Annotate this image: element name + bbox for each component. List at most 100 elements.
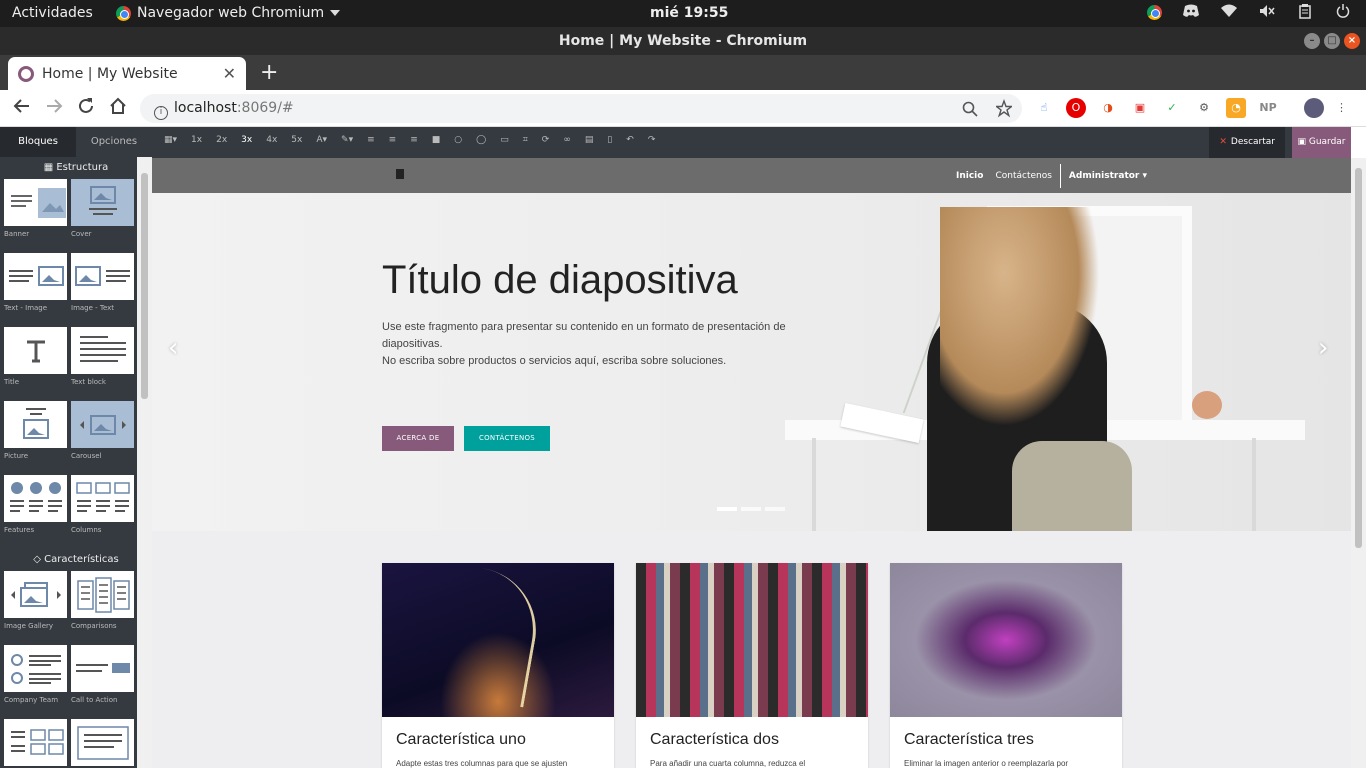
save-button[interactable]: ▣ Guardar <box>1292 127 1351 158</box>
align-center-icon[interactable]: ≡ <box>389 135 397 145</box>
carousel-prev-icon[interactable]: ‹ <box>168 333 178 363</box>
nav-contact[interactable]: Contáctenos <box>989 171 1057 181</box>
columns-thumbnail-icon <box>71 475 134 522</box>
back-icon[interactable] <box>13 97 31 120</box>
discard-button[interactable]: ✕ Descartar <box>1209 127 1285 158</box>
minimize-icon[interactable]: – <box>1304 33 1320 49</box>
clock[interactable]: mié 19:55 <box>650 5 728 21</box>
wifi-icon[interactable] <box>1220 4 1238 20</box>
table-icon[interactable]: ▦▾ <box>164 135 177 145</box>
reload-icon[interactable] <box>77 97 95 120</box>
size-1x[interactable]: 1x <box>191 135 202 145</box>
tab-blocks[interactable]: Bloques <box>0 127 76 157</box>
chair <box>1012 441 1132 531</box>
site-navbar: Inicio Contáctenos Administrator ▾ <box>152 158 1351 193</box>
rss-icon[interactable]: ◔ <box>1226 98 1246 118</box>
nav-home[interactable]: Inicio <box>950 171 989 181</box>
square-shape-icon[interactable]: ■ <box>432 135 441 145</box>
snippet-picture[interactable]: Picture <box>4 401 67 475</box>
save-image-icon[interactable]: ▤ <box>585 135 594 145</box>
image-icon[interactable]: ▭ <box>500 135 509 145</box>
font-color-icon[interactable]: A▾ <box>316 135 327 145</box>
snippet-carousel[interactable]: Carousel <box>71 401 134 475</box>
site-info-icon[interactable]: i <box>154 106 168 120</box>
snippet-columns[interactable]: Columns <box>71 475 134 549</box>
nav-admin-menu[interactable]: Administrator ▾ <box>1063 171 1153 181</box>
carousel-indicator[interactable] <box>765 507 785 511</box>
snippet-more-1[interactable] <box>4 719 67 768</box>
home-icon[interactable] <box>109 97 127 120</box>
volume-muted-icon[interactable] <box>1258 4 1276 20</box>
size-3x[interactable]: 3x <box>241 135 252 145</box>
tablet-icon[interactable]: ▣ <box>1130 98 1150 118</box>
site-logo[interactable] <box>396 169 404 179</box>
window-titlebar[interactable]: Home | My Website - Chromium – □ × <box>0 27 1366 55</box>
new-tab-icon[interactable]: + <box>260 60 278 85</box>
crop-icon[interactable]: ⌗ <box>523 135 528 145</box>
feedly-icon[interactable]: ✓ <box>1162 98 1182 118</box>
panel-scrollbar[interactable] <box>137 157 152 768</box>
touch-icon[interactable]: ☝ <box>1034 98 1054 118</box>
carousel-indicator[interactable] <box>717 507 737 511</box>
grid-icon: ▦ <box>43 162 54 173</box>
snippet-comparisons[interactable]: Comparisons <box>71 571 134 645</box>
snippet-call-to-action[interactable]: Call to Action <box>71 645 134 719</box>
more-menu-icon[interactable]: ⋮ <box>1336 98 1347 118</box>
align-right-icon[interactable]: ≡ <box>410 135 418 145</box>
size-2x[interactable]: 2x <box>216 135 227 145</box>
activities-button[interactable]: Actividades <box>12 5 93 21</box>
chromium-icon <box>116 5 131 21</box>
text-block-thumbnail-icon <box>71 327 134 374</box>
scrollbar-thumb[interactable] <box>141 173 148 399</box>
page-scrollbar[interactable] <box>1351 158 1366 768</box>
discord-icon[interactable] <box>1182 4 1200 20</box>
carousel-indicator[interactable] <box>741 507 761 511</box>
address-bar[interactable]: i localhost:8069/# <box>140 94 1022 123</box>
redo-icon[interactable]: ↷ <box>648 135 656 145</box>
settings-ext-icon[interactable]: ⚙ <box>1194 98 1214 118</box>
np-icon[interactable]: NP <box>1258 98 1278 118</box>
pocket-icon[interactable]: ◑ <box>1098 98 1118 118</box>
circle-outline-icon[interactable]: ◯ <box>476 135 486 145</box>
app-menu[interactable]: Navegador web Chromium <box>116 5 341 21</box>
carousel-next-icon[interactable]: › <box>1318 333 1328 363</box>
power-icon[interactable] <box>1334 4 1352 20</box>
snippet-text-image[interactable]: Text - Image <box>4 253 67 327</box>
tab-home[interactable]: Home | My Website ✕ <box>8 57 246 90</box>
contact-button[interactable]: CONTÁCTENOS <box>464 426 550 451</box>
snippet-text-block[interactable]: Text block <box>71 327 134 401</box>
snippet-features[interactable]: Features <box>4 475 67 549</box>
tab-options[interactable]: Opciones <box>76 127 152 157</box>
carousel-indicators <box>717 507 785 511</box>
close-icon[interactable]: ✕ <box>223 64 236 83</box>
snippet-company-team[interactable]: Company Team <box>4 645 67 719</box>
profile-avatar[interactable] <box>1304 98 1324 118</box>
chrome-badge-icon[interactable] <box>1147 4 1162 20</box>
paint-brush-icon[interactable]: ✎▾ <box>341 135 353 145</box>
trash-icon[interactable]: ▯ <box>607 135 612 145</box>
snippet-image-text[interactable]: Image - Text <box>71 253 134 327</box>
snippet-banner[interactable]: Banner <box>4 179 67 253</box>
circle-shape-icon[interactable]: ○ <box>454 135 462 145</box>
link-icon[interactable]: ∞ <box>563 135 571 145</box>
close-window-icon[interactable]: × <box>1344 33 1360 49</box>
snippet-title[interactable]: Title <box>4 327 67 401</box>
opera-icon[interactable]: O <box>1066 98 1086 118</box>
undo-icon[interactable]: ↶ <box>626 135 634 145</box>
clipboard-icon[interactable] <box>1296 4 1314 20</box>
about-button[interactable]: ACERCA DE <box>382 426 454 451</box>
card-title: Característica uno <box>396 731 526 748</box>
snippet-cover[interactable]: Cover <box>71 179 134 253</box>
rotate-icon[interactable]: ⟳ <box>542 135 550 145</box>
snippet-image-gallery[interactable]: Image Gallery <box>4 571 67 645</box>
os-top-bar: Actividades Navegador web Chromium mié 1… <box>0 0 1366 27</box>
align-left-icon[interactable]: ≡ <box>367 135 375 145</box>
card-text: Eliminar la imagen anterior o reemplazar… <box>904 759 1069 768</box>
editor-tools: ▦▾ 1x 2x 3x 4x 5x A▾ ✎▾ ≡ ≡ ≡ ■ ○ ◯ ▭ ⌗ … <box>164 135 655 145</box>
size-5x[interactable]: 5x <box>291 135 302 145</box>
snippet-more-2[interactable] <box>71 719 134 768</box>
maximize-icon[interactable]: □ <box>1324 33 1340 49</box>
size-4x[interactable]: 4x <box>266 135 277 145</box>
scrollbar-thumb[interactable] <box>1355 168 1362 548</box>
forward-icon[interactable] <box>45 97 63 120</box>
